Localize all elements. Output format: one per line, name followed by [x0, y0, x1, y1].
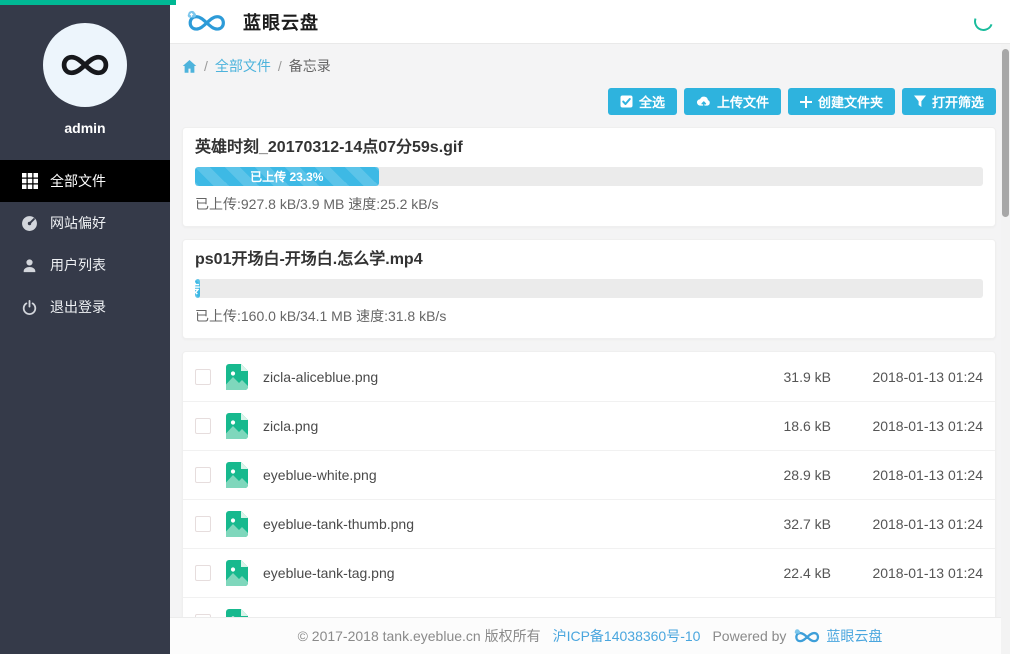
- upload-filename: 英雄时刻_20170312-14点07分59s.gif: [195, 138, 983, 157]
- file-date: 2018-01-13 01:24: [831, 369, 983, 385]
- sidebar-item-label: 全部文件: [50, 171, 106, 191]
- file-row[interactable]: zicla-aliceblue.png 31.9 kB 2018-01-13 0…: [183, 352, 995, 401]
- file-date: 2018-01-13 01:24: [831, 418, 983, 434]
- file-row[interactable]: eyeblue-white.png 28.9 kB 2018-01-13 01:…: [183, 450, 995, 499]
- button-label: 创建文件夹: [818, 92, 883, 111]
- footer-logo-icon: [791, 627, 821, 646]
- cloud-upload-icon: [696, 95, 711, 108]
- sidebar-item-all-files[interactable]: 全部文件: [0, 160, 170, 202]
- loading-spinner-icon: [971, 9, 996, 34]
- breadcrumb-separator: /: [278, 58, 282, 74]
- open-filter-button[interactable]: 打开筛选: [902, 88, 996, 115]
- grid-icon: [21, 173, 38, 190]
- file-size: 31.9 kB: [736, 369, 831, 385]
- toolbar: 全选 上传文件 创建文件夹 打开筛选: [182, 88, 996, 115]
- avatar: [43, 23, 127, 107]
- breadcrumb-current: 备忘录: [289, 56, 331, 76]
- button-label: 上传文件: [717, 92, 769, 111]
- select-all-button[interactable]: 全选: [608, 88, 677, 115]
- file-name[interactable]: eyeblue-tank-tag.png: [263, 565, 395, 581]
- sidebar-item-label: 退出登录: [50, 297, 106, 317]
- row-checkbox[interactable]: [195, 369, 211, 385]
- infinity-logo-icon: [56, 48, 114, 82]
- filter-icon: [914, 95, 926, 108]
- user-icon: [21, 257, 38, 274]
- image-file-icon: [226, 413, 248, 439]
- check-square-icon: [620, 95, 633, 108]
- file-row[interactable]: eyeblue-tank-thumb.png 32.7 kB 2018-01-1…: [183, 499, 995, 548]
- sidebar-item-site-preferences[interactable]: 网站偏好: [0, 202, 170, 244]
- scrollbar-thumb[interactable]: [1002, 49, 1009, 217]
- upload-status: 已上传:160.0 kB/34.1 MB 速度:31.8 kB/s: [195, 306, 983, 326]
- image-file-icon: [226, 511, 248, 537]
- button-label: 全选: [639, 92, 665, 111]
- upload-card: ps01开场白-开场白.怎么学.mp4 已上传 0.5% 已上传:160.0 k…: [182, 239, 996, 339]
- row-checkbox[interactable]: [195, 418, 211, 434]
- upload-status: 已上传:927.8 kB/3.9 MB 速度:25.2 kB/s: [195, 194, 983, 214]
- brand-link[interactable]: 蓝眼云盘: [826, 626, 882, 646]
- file-name[interactable]: zicla.png: [263, 418, 318, 434]
- upload-filename: ps01开场白-开场白.怎么学.mp4: [195, 250, 983, 269]
- file-row[interactable]: zicla.png 18.6 kB 2018-01-13 01:24: [183, 401, 995, 450]
- powered-by-label: Powered by: [712, 628, 786, 644]
- sidebar: admin 全部文件 网站偏好: [0, 0, 170, 654]
- plus-icon: [800, 96, 812, 108]
- file-name[interactable]: zicla-aliceblue.png: [263, 369, 378, 385]
- icp-link[interactable]: 沪ICP备14038360号-10: [553, 626, 701, 646]
- footer: © 2017-2018 tank.eyeblue.cn 版权所有 沪ICP备14…: [170, 617, 1010, 654]
- row-checkbox[interactable]: [195, 467, 211, 483]
- sidebar-menu: 全部文件 网站偏好 用户列表: [0, 160, 170, 328]
- image-file-icon: [226, 462, 248, 488]
- sidebar-item-user-list[interactable]: 用户列表: [0, 244, 170, 286]
- home-icon[interactable]: [182, 59, 197, 74]
- power-icon: [21, 299, 38, 316]
- file-date: 2018-01-13 01:24: [831, 516, 983, 532]
- upload-file-button[interactable]: 上传文件: [684, 88, 781, 115]
- upload-card: 英雄时刻_20170312-14点07分59s.gif 已上传 23.3% 已上…: [182, 127, 996, 227]
- upload-progress-fill: 已上传 23.3%: [195, 167, 379, 186]
- file-list: zicla-aliceblue.png 31.9 kB 2018-01-13 0…: [182, 351, 996, 617]
- file-row[interactable]: eyeblue-tank-tag.png 22.4 kB 2018-01-13 …: [183, 548, 995, 597]
- top-accent-bar: [0, 0, 176, 5]
- row-checkbox[interactable]: [195, 516, 211, 532]
- image-file-icon: [226, 364, 248, 390]
- sidebar-item-label: 网站偏好: [50, 213, 106, 233]
- row-checkbox[interactable]: [195, 565, 211, 581]
- header: 蓝眼云盘: [170, 0, 1010, 44]
- file-date: 2018-01-13 01:24: [831, 565, 983, 581]
- file-size: 22.4 kB: [736, 565, 831, 581]
- file-name[interactable]: eyeblue-white.png: [263, 467, 377, 483]
- sidebar-item-label: 用户列表: [50, 255, 106, 275]
- file-size: 28.9 kB: [736, 467, 831, 483]
- file-date: 2018-01-13 01:24: [831, 467, 983, 483]
- file-size: 32.7 kB: [736, 516, 831, 532]
- image-file-icon: [226, 560, 248, 586]
- main-content: / 全部文件 / 备忘录 全选 上传文件 创建文件夹: [170, 44, 1010, 617]
- breadcrumb-separator: /: [204, 58, 208, 74]
- username: admin: [0, 120, 170, 136]
- dashboard-icon: [21, 215, 38, 232]
- button-label: 打开筛选: [932, 92, 984, 111]
- image-file-icon: [226, 609, 248, 617]
- file-name[interactable]: eyeblue-tank-thumb.png: [263, 516, 414, 532]
- powered-by: Powered by 蓝眼云盘: [712, 626, 882, 646]
- app-title: 蓝眼云盘: [243, 9, 319, 35]
- breadcrumb: / 全部文件 / 备忘录: [182, 56, 996, 76]
- breadcrumb-link-all-files[interactable]: 全部文件: [215, 56, 271, 76]
- create-folder-button[interactable]: 创建文件夹: [788, 88, 895, 115]
- scrollbar-track[interactable]: [1001, 44, 1010, 654]
- sidebar-item-logout[interactable]: 退出登录: [0, 286, 170, 328]
- copyright-text: © 2017-2018 tank.eyeblue.cn 版权所有: [298, 626, 541, 646]
- app-logo-icon[interactable]: [182, 7, 228, 37]
- file-size: 18.6 kB: [736, 418, 831, 434]
- upload-progress-fill: 已上传 0.5%: [195, 279, 200, 298]
- upload-progress-track: 已上传 23.3%: [195, 167, 983, 186]
- upload-progress-track: 已上传 0.5%: [195, 279, 983, 298]
- file-row[interactable]: eyeblue-tank-black.png 28.4 kB 2018-01-1…: [183, 597, 995, 617]
